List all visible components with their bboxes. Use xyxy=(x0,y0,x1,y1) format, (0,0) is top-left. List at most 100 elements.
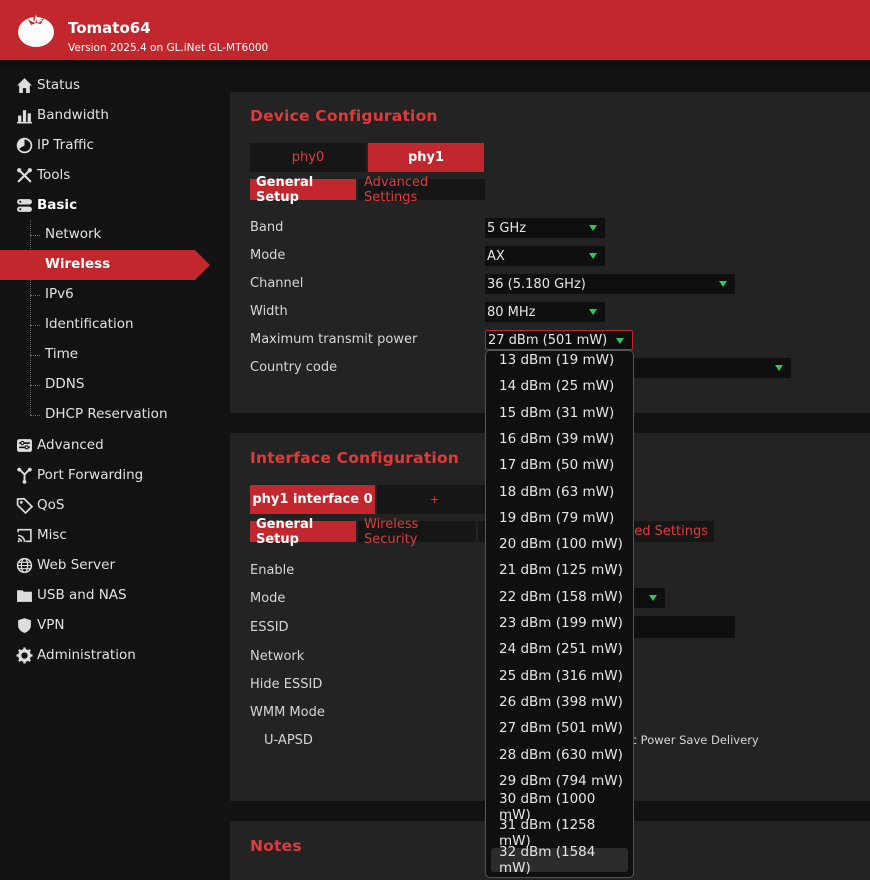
subtab-general-setup[interactable]: General Setup xyxy=(250,517,356,547)
sidebar-subitem-label: Wireless xyxy=(45,256,111,272)
width-select[interactable]: 80 MHz xyxy=(485,302,605,322)
essid-input[interactable] xyxy=(625,616,735,638)
txpower-option[interactable]: 20 dBm (100 mW) xyxy=(491,532,628,556)
app-version: Version 2025.4 on GL.iNet GL-MT6000 xyxy=(68,42,269,54)
txpower-select[interactable]: 27 dBm (501 mW) xyxy=(485,330,633,350)
sidebar-item-tools[interactable]: Tools xyxy=(0,160,210,190)
sidebar-subitem-label: Network xyxy=(45,226,102,242)
iface-mode-label: Mode xyxy=(250,591,286,606)
sidebar-subitem-label: IPv6 xyxy=(45,286,74,302)
sidebar-item-administration[interactable]: Administration xyxy=(0,640,210,670)
txpower-option[interactable]: 19 dBm (79 mW) xyxy=(491,506,628,530)
shield-icon xyxy=(18,618,31,633)
txpower-option[interactable]: 24 dBm (251 mW) xyxy=(491,637,628,661)
sidebar-item-label: USB and NAS xyxy=(37,587,127,603)
sidebar-item-label: Web Server xyxy=(37,557,115,573)
network-label: Network xyxy=(250,649,305,664)
sidebar-item-ip-traffic[interactable]: IP Traffic xyxy=(0,130,210,160)
sidebar-item-bandwidth[interactable]: Bandwidth xyxy=(0,100,210,130)
sidebar-item-status[interactable]: Status xyxy=(0,70,210,100)
tree-tick xyxy=(30,385,40,386)
sidebar-subitem-wireless[interactable]: Wireless xyxy=(0,250,210,280)
chevron-down-icon xyxy=(589,309,597,315)
sidebar-item-misc[interactable]: Misc xyxy=(0,520,210,550)
txpower-option[interactable]: 29 dBm (794 mW) xyxy=(491,769,628,793)
txpower-option[interactable]: 21 dBm (125 mW) xyxy=(491,558,628,582)
mode-label: Mode xyxy=(250,248,286,263)
sidebar-subitem-ipv6[interactable]: IPv6 xyxy=(0,280,210,310)
sidebar-item-advanced[interactable]: Advanced xyxy=(0,430,210,460)
cast-icon xyxy=(17,528,32,543)
port-forwarding-icon xyxy=(17,467,32,484)
tools-icon xyxy=(17,168,32,183)
txpower-option[interactable]: 17 dBm (50 mW) xyxy=(491,453,628,477)
globe-icon xyxy=(16,557,33,574)
country-code-label: Country code xyxy=(250,360,338,375)
txpower-option[interactable]: 28 dBm (630 mW) xyxy=(491,743,628,767)
tree-tick xyxy=(30,295,40,296)
txpower-option[interactable]: 18 dBm (63 mW) xyxy=(491,480,628,504)
tab-phy0[interactable]: phy0 xyxy=(250,143,366,172)
txpower-option[interactable]: 27 dBm (501 mW) xyxy=(491,716,628,740)
chevron-down-icon xyxy=(775,365,783,371)
sidebar-item-basic[interactable]: Basic xyxy=(0,190,210,220)
txpower-option[interactable]: 15 dBm (31 mW) xyxy=(491,401,628,425)
txpower-option[interactable]: 16 dBm (39 mW) xyxy=(491,427,628,451)
essid-label: ESSID xyxy=(250,620,289,635)
width-label: Width xyxy=(250,304,288,319)
gear-icon xyxy=(16,647,33,664)
sidebar: Status Bandwidth IP Traffic Tools Basic … xyxy=(0,68,210,880)
device-configuration-title: Device Configuration xyxy=(250,107,438,125)
u-apsd-label: U-APSD xyxy=(264,733,313,748)
header-shadow xyxy=(0,60,870,68)
txpower-option[interactable]: 31 dBm (1258 mW) xyxy=(491,817,628,849)
subtab-advanced-settings[interactable]: Advanced Settings xyxy=(358,175,485,205)
sidebar-item-label: Administration xyxy=(37,647,136,663)
subtab-wireless-security[interactable]: Wireless Security xyxy=(358,517,476,547)
channel-select[interactable]: 36 (5.180 GHz) xyxy=(485,274,735,294)
sidebar-item-qos[interactable]: QoS xyxy=(0,490,210,520)
sidebar-item-usb-and-nas[interactable]: USB and NAS xyxy=(0,580,210,610)
sidebar-item-label: Basic xyxy=(37,197,78,213)
band-select[interactable]: 5 GHz xyxy=(485,218,605,238)
chevron-down-icon xyxy=(589,253,597,259)
sidebar-item-label: IP Traffic xyxy=(37,137,94,153)
sidebar-item-vpn[interactable]: VPN xyxy=(0,610,210,640)
sidebar-subitem-time[interactable]: Time xyxy=(0,340,210,370)
txpower-option[interactable]: 26 dBm (398 mW) xyxy=(491,690,628,714)
sidebar-subitem-label: DHCP Reservation xyxy=(45,406,168,422)
band-label: Band xyxy=(250,220,284,235)
add-interface-tab[interactable]: + xyxy=(377,485,492,514)
sidebar-subitem-identification[interactable]: Identification xyxy=(0,310,210,340)
tab-phy1[interactable]: phy1 xyxy=(368,143,484,172)
chevron-down-icon xyxy=(589,225,597,231)
txpower-option[interactable]: 14 dBm (25 mW) xyxy=(491,374,628,398)
txpower-option[interactable]: 13 dBm (19 mW) xyxy=(491,351,628,372)
app-title: Tomato64 xyxy=(68,19,151,37)
tag-icon xyxy=(16,497,33,514)
txpower-option[interactable]: 32 dBm (1584 mW) xyxy=(491,844,628,876)
sidebar-item-web-server[interactable]: Web Server xyxy=(0,550,210,580)
txpower-option[interactable]: 23 dBm (199 mW) xyxy=(491,611,628,635)
txpower-option[interactable]: 25 dBm (316 mW) xyxy=(491,664,628,688)
txpower-option[interactable]: 30 dBm (1000 mW) xyxy=(491,791,628,823)
mode-select[interactable]: AX xyxy=(485,246,605,266)
tomato-logo-icon xyxy=(18,14,54,47)
subtab-general-setup[interactable]: General Setup xyxy=(250,175,356,205)
bar-chart-icon xyxy=(17,110,32,124)
top-header: Tomato64 Version 2025.4 on GL.iNet GL-MT… xyxy=(0,0,870,60)
sidebar-item-port-forwarding[interactable]: Port Forwarding xyxy=(0,460,210,490)
mode-value: AX xyxy=(487,248,505,264)
txpower-value: 27 dBm (501 mW) xyxy=(488,332,608,348)
sidebar-subitem-label: DDNS xyxy=(45,376,85,392)
pie-chart-icon xyxy=(16,137,33,154)
wmm-mode-label: WMM Mode xyxy=(250,705,325,720)
channel-label: Channel xyxy=(250,276,304,291)
sidebar-subitem-network[interactable]: Network xyxy=(0,220,210,250)
advanced-icon xyxy=(17,439,32,452)
sidebar-subitem-dhcp-reservation[interactable]: DHCP Reservation xyxy=(0,400,210,430)
txpower-label: Maximum transmit power xyxy=(250,332,418,347)
sidebar-subitem-ddns[interactable]: DDNS xyxy=(0,370,210,400)
tab-phy1-interface-0[interactable]: phy1 interface 0 xyxy=(250,485,375,514)
txpower-option[interactable]: 22 dBm (158 mW) xyxy=(491,585,628,609)
